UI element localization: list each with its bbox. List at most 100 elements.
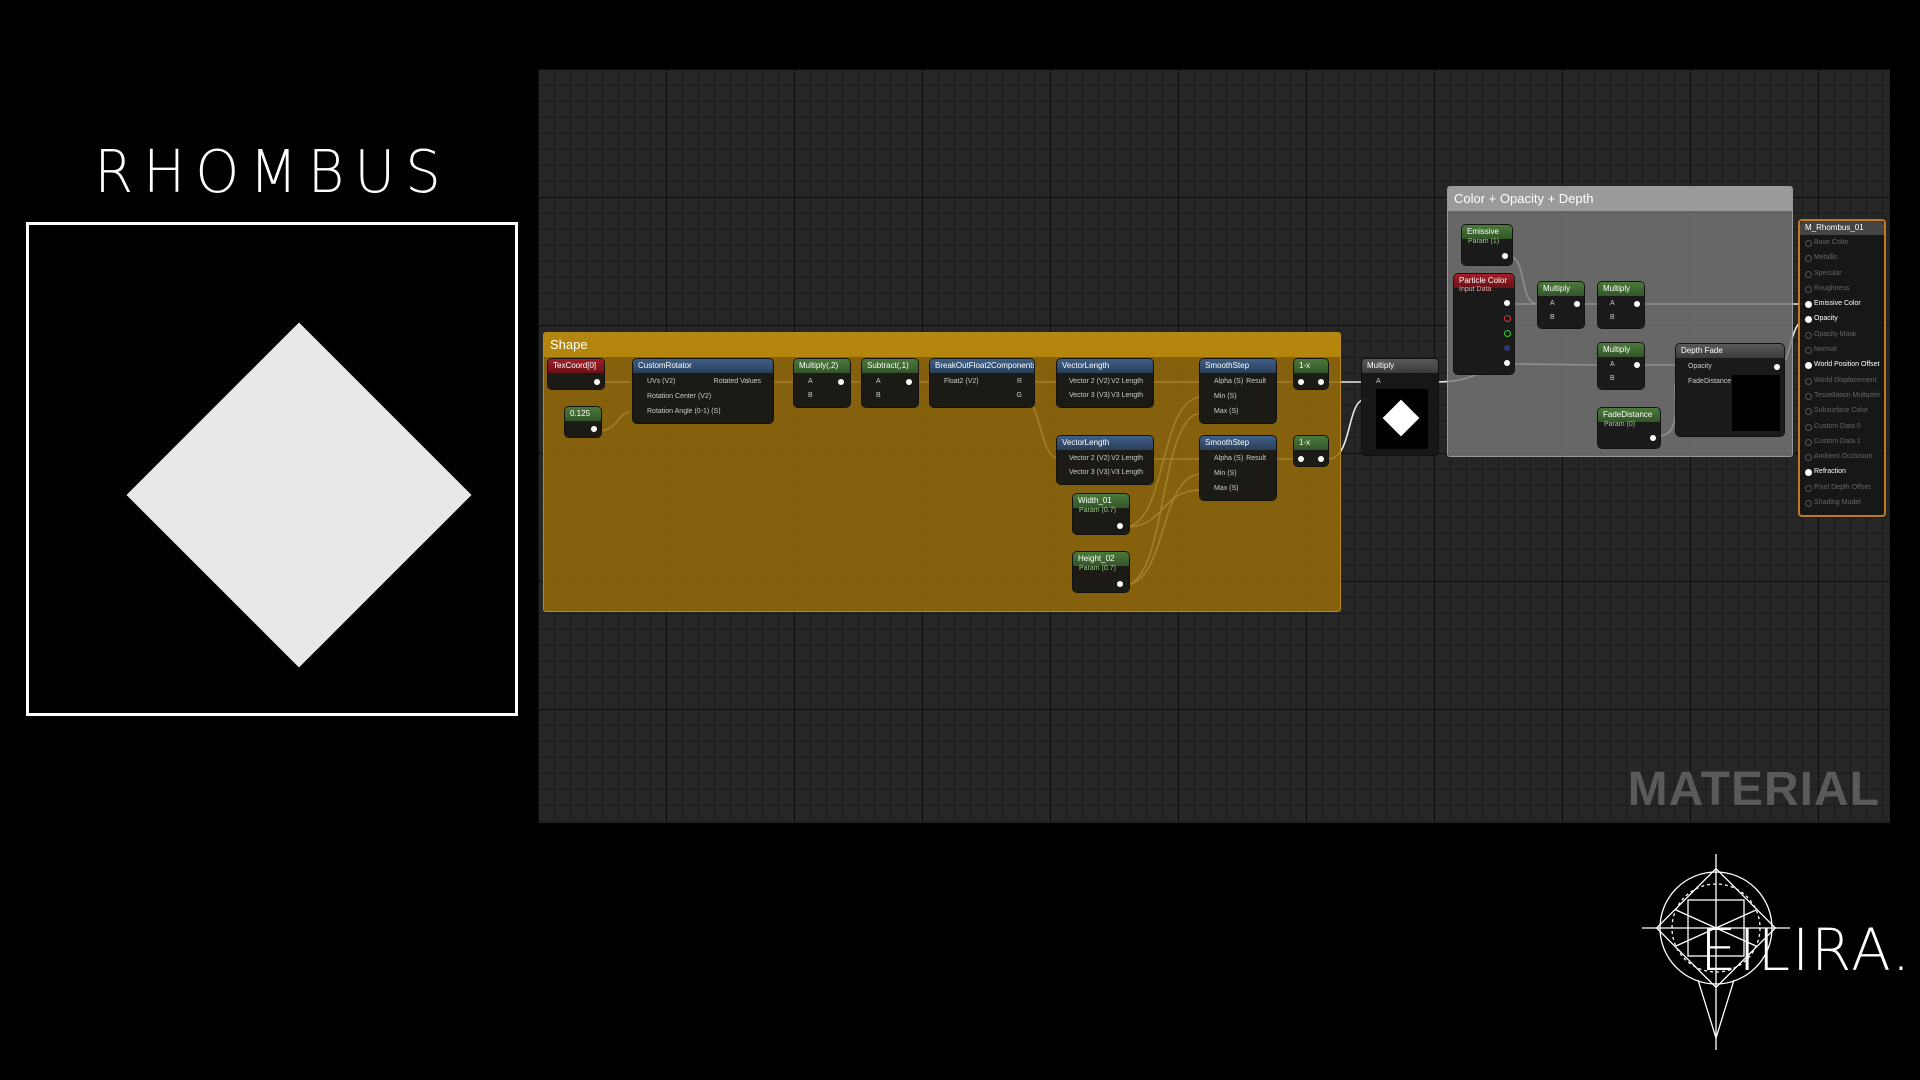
node-title: Multiply: [1362, 359, 1438, 373]
node-title: SmoothStep: [1200, 359, 1276, 373]
input-pin[interactable]: [1298, 379, 1304, 385]
node-title: Depth Fade: [1676, 344, 1784, 358]
output-pin[interactable]: [1502, 253, 1508, 259]
material-input-pin[interactable]: Normal: [1800, 342, 1884, 357]
pin-rotation-center: Rotation Center (V2): [647, 393, 712, 400]
node-vector-length[interactable]: VectorLength Vector 2 (V2) Vector 3 (V3)…: [1057, 436, 1153, 484]
node-param-height[interactable]: Height_02 Param (0.7): [1073, 552, 1129, 592]
input-pin[interactable]: [1298, 456, 1304, 462]
material-input-pin[interactable]: Metallic: [1800, 250, 1884, 265]
node-param-emissive[interactable]: Emissive Param (1): [1462, 225, 1512, 265]
output-pin[interactable]: [594, 379, 600, 385]
node-title: VectorLength: [1057, 359, 1153, 373]
node-multiply[interactable]: Multiply A B: [1538, 282, 1584, 328]
pin-rotated-values: Rotated Values: [713, 378, 761, 385]
material-input-pin[interactable]: World Position Offset: [1800, 357, 1884, 372]
node-title: Multiply: [1598, 343, 1644, 357]
output-r-pin[interactable]: [1504, 315, 1511, 322]
output-pin[interactable]: [1574, 301, 1580, 307]
output-pin[interactable]: [1117, 581, 1123, 587]
material-input-pin[interactable]: Custom Data 1: [1800, 434, 1884, 449]
pin-vector3: Vector 3 (V3): [1069, 469, 1110, 476]
output-g-pin[interactable]: [1504, 330, 1511, 337]
output-pin[interactable]: [1650, 435, 1656, 441]
material-input-pin[interactable]: Opacity: [1800, 311, 1884, 326]
material-input-pin[interactable]: Emissive Color: [1800, 296, 1884, 311]
pin-vector2: Vector 2 (V2): [1069, 455, 1110, 462]
node-one-minus[interactable]: 1-x: [1294, 436, 1328, 466]
node-param-fade-distance[interactable]: FadeDistance Param (0): [1598, 408, 1660, 448]
node-subtract-1[interactable]: Subtract(,1) A B: [862, 359, 918, 407]
node-multiply[interactable]: Multiply A B: [1598, 282, 1644, 328]
pin-alpha: Alpha (S): [1214, 455, 1244, 462]
node-title: Multiply: [1538, 282, 1584, 296]
pin-min: Min (S): [1214, 393, 1237, 400]
node-param-width[interactable]: Width_01 Param (0.7): [1073, 494, 1129, 534]
material-input-pin[interactable]: World Displacement: [1800, 373, 1884, 388]
node-texcoord[interactable]: TexCoord[0]: [548, 359, 604, 389]
pin-b: B: [1610, 375, 1615, 382]
pin-result: Result: [1246, 455, 1266, 462]
output-pin[interactable]: [591, 426, 597, 432]
material-input-pin[interactable]: Subsurface Color: [1800, 403, 1884, 418]
material-input-pin[interactable]: Opacity Mask: [1800, 327, 1884, 342]
brand-name: EILIRA.M: [1700, 916, 1920, 984]
material-graph-canvas[interactable]: Shape Color + Opacity + Depth TexCoord[0…: [538, 69, 1890, 823]
material-input-pin[interactable]: Roughness: [1800, 281, 1884, 296]
node-title: Width_01: [1073, 494, 1129, 508]
node-multiply-2[interactable]: Multiply(,2) A B: [794, 359, 850, 407]
node-smoothstep[interactable]: SmoothStep Alpha (S) Min (S) Max (S) Res…: [1200, 436, 1276, 500]
pin-rotation-angle: Rotation Angle (0-1) (S): [647, 408, 721, 415]
page-title: RHOMBUS: [94, 138, 451, 207]
material-input-pin[interactable]: Base Color: [1800, 235, 1884, 250]
material-input-pin[interactable]: Tessellation Multiplier: [1800, 388, 1884, 403]
pin-b: B: [876, 392, 881, 399]
node-depth-fade[interactable]: Depth Fade Opacity FadeDistance: [1676, 344, 1784, 436]
material-input-pin[interactable]: Pixel Depth Offset: [1800, 480, 1884, 495]
output-pin[interactable]: [838, 379, 844, 385]
material-input-pin[interactable]: Shading Model: [1800, 495, 1884, 510]
node-title: BreakOutFloat2Components: [930, 359, 1034, 373]
rhombus-preview: [26, 222, 518, 716]
node-breakout-float2[interactable]: BreakOutFloat2Components Float2 (V2) R G: [930, 359, 1034, 407]
pin-v3-length: V3 Length: [1111, 392, 1143, 399]
param-value: Param (0.7): [1079, 565, 1116, 572]
node-custom-rotator[interactable]: CustomRotator UVs (V2) Rotation Center (…: [633, 359, 773, 423]
output-pin[interactable]: [906, 379, 912, 385]
material-input-pin[interactable]: Custom Data 0: [1800, 419, 1884, 434]
pin-g: G: [1016, 392, 1022, 399]
node-vector-length[interactable]: VectorLength Vector 2 (V2) Vector 3 (V3)…: [1057, 359, 1153, 407]
node-material-result[interactable]: M_Rhombus_01 Base Color Metallic Specular R…: [1798, 219, 1886, 517]
node-title: M_Rhombus_01: [1800, 221, 1884, 235]
node-multiply[interactable]: Multiply A B: [1598, 343, 1644, 389]
pin-v2-length: V2 Length: [1111, 378, 1143, 385]
node-title: Height_02: [1073, 552, 1129, 566]
node-title: 1-x: [1294, 436, 1328, 450]
material-input-pin[interactable]: Specular: [1800, 266, 1884, 281]
material-input-list: Base Color Metallic Specular Roughness Emiss…: [1800, 235, 1884, 510]
output-pin[interactable]: [1634, 301, 1640, 307]
node-preview: [1376, 389, 1428, 449]
pin-v3-length: V3 Length: [1111, 469, 1143, 476]
output-rgb-pin[interactable]: [1504, 300, 1510, 306]
pin-uvs: UVs (V2): [647, 378, 676, 385]
node-title: 0.125: [565, 407, 601, 421]
node-particle-color[interactable]: Particle Color Input Data: [1454, 274, 1514, 374]
output-a-pin[interactable]: [1504, 360, 1510, 366]
material-input-pin[interactable]: Refraction: [1800, 464, 1884, 479]
output-pin[interactable]: [1318, 379, 1324, 385]
pin-b: B: [1610, 314, 1615, 321]
output-pin[interactable]: [1318, 456, 1324, 462]
pin-a: A: [1610, 300, 1615, 307]
output-pin[interactable]: [1774, 364, 1780, 370]
param-value: Param (1): [1468, 238, 1500, 245]
node-smoothstep[interactable]: SmoothStep Alpha (S) Min (S) Max (S) Res…: [1200, 359, 1276, 423]
node-title: 1-x: [1294, 359, 1328, 373]
output-pin[interactable]: [1634, 362, 1640, 368]
output-pin[interactable]: [1117, 523, 1123, 529]
material-input-pin[interactable]: Ambient Occlusion: [1800, 449, 1884, 464]
node-constant[interactable]: 0.125: [565, 407, 601, 437]
output-b-pin[interactable]: [1504, 345, 1510, 351]
node-one-minus[interactable]: 1-x: [1294, 359, 1328, 389]
node-multiply-preview[interactable]: Multiply A B: [1362, 359, 1438, 455]
